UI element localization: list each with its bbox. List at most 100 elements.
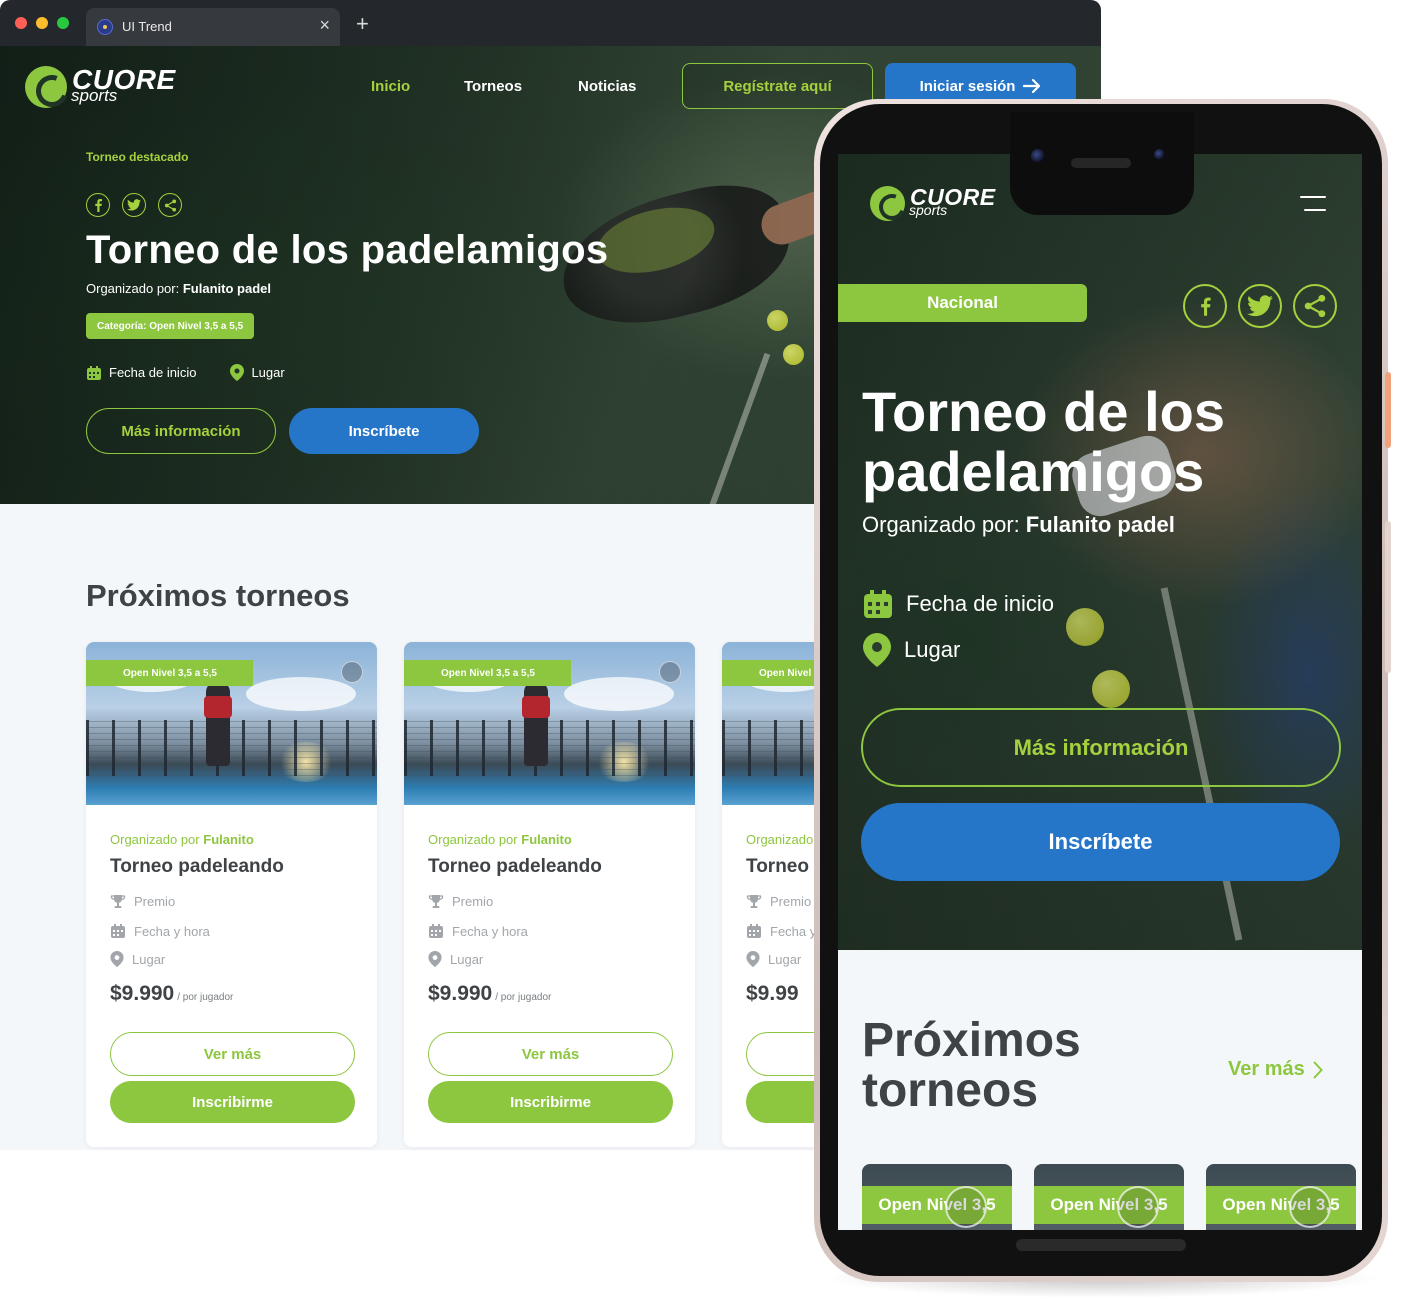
logo-ball-icon — [25, 66, 67, 108]
mobile-logo[interactable]: CUORE sports — [870, 186, 1000, 224]
location-pin-icon — [428, 951, 442, 967]
hero-meta: Fecha de inicio Lugar — [86, 364, 311, 381]
organizer-name: Fulanito padel — [182, 281, 271, 296]
maximize-window-button[interactable] — [57, 17, 69, 29]
card-category-badge: Open Nivel 3,5 a 5,5 — [86, 660, 253, 686]
share-icon[interactable] — [1289, 1186, 1331, 1228]
share-icon[interactable] — [1293, 284, 1337, 328]
card-enroll-button[interactable]: Inscribirme — [110, 1081, 355, 1123]
tournament-card[interactable]: Open Nivel 3,5 a 5,5 Organizado por Fulan… — [86, 642, 377, 1147]
mobile-screen: CUORE sports Nacional Torneo de los pade… — [838, 154, 1362, 1230]
card-place-label: Lugar — [768, 951, 802, 967]
card-place-label: Lugar — [450, 951, 484, 967]
site-logo[interactable]: CUORE sports — [25, 66, 185, 110]
trophy-icon — [746, 895, 762, 908]
card-see-more-label: Ver más — [521, 1045, 580, 1063]
tab-title: UI Trend — [122, 19, 172, 34]
place: Lugar — [230, 364, 285, 381]
mobile-card-badge: Open Nivel 3,5 — [862, 1186, 1012, 1224]
category-value: Open Nivel 3,5 a 5,5 — [149, 320, 244, 332]
start-date-label: Fecha de inicio — [109, 365, 197, 380]
mobile-start-date: Fecha de inicio — [862, 588, 1054, 620]
tournament-card[interactable]: Open Nivel 3,5 a 5,5 Organizado por Fulan… — [404, 642, 695, 1147]
card-organizer-prefix: Organizado por — [110, 832, 200, 847]
mobile-card[interactable]: Open Nivel 3,5 — [1206, 1164, 1356, 1230]
tab-close-icon[interactable]: × — [319, 16, 330, 34]
card-see-more-label: Ver más — [203, 1045, 262, 1063]
card-organizer: Organizado por Fulanito — [428, 832, 572, 847]
favicon-icon — [97, 19, 113, 35]
card-see-more-button[interactable]: Ver más — [110, 1032, 355, 1076]
card-prize-label: Premio — [134, 894, 176, 909]
share-icon[interactable] — [158, 193, 182, 217]
nav-noticias[interactable]: Noticias — [578, 78, 636, 95]
card-place: Lugar — [746, 951, 801, 967]
card-place: Lugar — [110, 951, 165, 967]
see-more-label: Ver más — [1228, 1058, 1305, 1080]
twitter-icon[interactable] — [122, 193, 146, 217]
card-place-label: Lugar — [132, 951, 166, 967]
hero-title: Torneo de los padelamigos — [86, 228, 609, 272]
card-title: Torneo padeleando — [110, 856, 284, 877]
share-icon[interactable] — [1117, 1186, 1159, 1228]
card-enroll-label: Inscribirme — [192, 1093, 273, 1111]
mobile-organizer: Organizado por: Fulanito padel — [862, 512, 1175, 538]
organizer-name: Fulanito padel — [1025, 512, 1175, 537]
card-price: $9.990/ por jugador — [110, 982, 233, 1006]
facebook-icon[interactable] — [86, 193, 110, 217]
arrow-right-icon — [1023, 79, 1041, 93]
register-button[interactable]: Regístrate aquí — [682, 63, 873, 109]
mobile-social-links — [1183, 284, 1337, 328]
card-organizer-prefix: Organizado — [746, 832, 814, 847]
sensor-icon — [1154, 149, 1165, 160]
home-indicator — [1016, 1239, 1186, 1251]
share-icon[interactable] — [341, 661, 363, 683]
category-badge: Categoría: Open Nivel 3,5 a 5,5 — [86, 313, 255, 339]
mobile-signup-button[interactable]: Inscríbete — [861, 803, 1340, 881]
place-label: Lugar — [904, 637, 961, 662]
card-enroll-button[interactable]: Inscribirme — [428, 1081, 673, 1123]
featured-label: Torneo destacado — [86, 150, 189, 164]
logo-ball-icon — [870, 186, 905, 221]
facebook-icon[interactable] — [1183, 284, 1227, 328]
mobile-card[interactable]: Open Nivel 3,5 — [862, 1164, 1012, 1230]
card-see-more-button[interactable]: Ver más — [428, 1032, 673, 1076]
card-enroll-label: Inscribirme — [510, 1093, 591, 1111]
card-price-value: $9.990 — [428, 982, 493, 1005]
see-more-link[interactable]: Ver más — [1228, 1058, 1323, 1081]
calendar-icon — [429, 924, 443, 938]
hamburger-menu-icon[interactable] — [1298, 194, 1326, 216]
location-pin-icon — [230, 364, 245, 381]
browser-tab[interactable]: UI Trend × — [86, 8, 340, 46]
card-organizer-name: Fulanito — [521, 832, 572, 847]
logo-tagline: sports — [909, 202, 948, 218]
more-info-button[interactable]: Más información — [86, 408, 276, 454]
mobile-card-badge: Open Nivel 3,5 — [1034, 1186, 1184, 1224]
nav-inicio[interactable]: Inicio — [371, 78, 410, 95]
place-label: Lugar — [251, 365, 285, 380]
card-price-value: $9.990 — [110, 982, 175, 1005]
share-icon[interactable] — [945, 1186, 987, 1228]
card-price-unit: / por jugador — [177, 992, 234, 1003]
mobile-more-info-button[interactable]: Más información — [861, 708, 1341, 787]
nav-torneos[interactable]: Torneos — [464, 78, 522, 95]
location-pin-icon — [863, 633, 891, 667]
location-pin-icon — [746, 951, 760, 967]
twitter-icon[interactable] — [1238, 284, 1282, 328]
mobile-card[interactable]: Open Nivel 3,5 — [1034, 1164, 1184, 1230]
calendar-icon — [747, 924, 761, 938]
share-icon[interactable] — [659, 661, 681, 683]
card-datetime: Fecha y hora — [428, 923, 528, 939]
new-tab-button[interactable]: + — [356, 13, 369, 35]
organizer-prefix: Organizado por: — [862, 512, 1020, 537]
location-pin-icon — [110, 951, 124, 967]
mobile-scope-tag: Nacional — [838, 284, 1087, 322]
mobile-place: Lugar — [862, 633, 960, 667]
minimize-window-button[interactable] — [36, 17, 48, 29]
signup-label: Inscríbete — [348, 422, 420, 440]
chevron-right-icon — [1313, 1061, 1323, 1078]
card-organizer-prefix: Organizado por — [428, 832, 518, 847]
close-window-button[interactable] — [15, 17, 27, 29]
signup-button[interactable]: Inscríbete — [289, 408, 479, 454]
logo-tagline: sports — [71, 86, 118, 105]
